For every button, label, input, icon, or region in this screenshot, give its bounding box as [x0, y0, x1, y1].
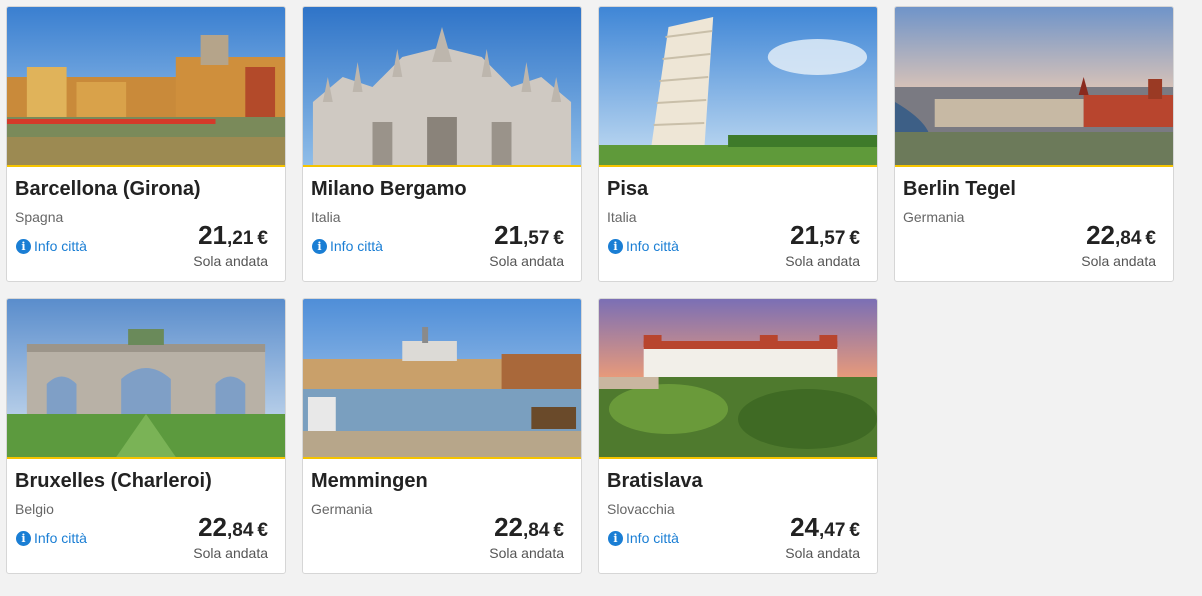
- city-info-label: Info città: [34, 238, 87, 254]
- price-integer: 22: [198, 512, 227, 542]
- country-name: Italia: [311, 209, 341, 225]
- info-icon: i: [16, 530, 31, 546]
- destination-photo: [599, 7, 877, 167]
- destination-card-pisa[interactable]: Pisa Italia i Info città 21,57 € Sola and…: [598, 6, 878, 282]
- fare-type: Sola andata: [785, 253, 860, 269]
- price-currency: €: [553, 228, 564, 249]
- destination-card-bruxelles-charleroi[interactable]: Bruxelles (Charleroi) Belgio i Info citt…: [6, 298, 286, 574]
- price-decimal: ,21: [227, 228, 254, 249]
- price: 21,57 €: [494, 220, 564, 251]
- price: 22,84 €: [1086, 220, 1156, 251]
- fare-type: Sola andata: [1081, 253, 1156, 269]
- info-icon: i: [16, 238, 31, 254]
- price: 22,84 €: [198, 512, 268, 543]
- city-name: Berlin Tegel: [903, 178, 1016, 200]
- price-integer: 21: [494, 220, 523, 250]
- price-decimal: ,84: [227, 520, 254, 541]
- price-integer: 21: [198, 220, 227, 250]
- info-icon: i: [608, 238, 623, 254]
- fare-type: Sola andata: [785, 545, 860, 561]
- price-decimal: ,84: [1115, 228, 1142, 249]
- price: 22,84 €: [494, 512, 564, 543]
- price-integer: 21: [790, 220, 819, 250]
- price-currency: €: [257, 228, 268, 249]
- price-decimal: ,57: [819, 228, 846, 249]
- city-name: Barcellona (Girona): [15, 178, 201, 200]
- price: 21,57 €: [790, 220, 860, 251]
- destination-photo: [7, 7, 285, 167]
- city-info-link[interactable]: i Info città: [16, 238, 87, 254]
- city-name: Bruxelles (Charleroi): [15, 470, 212, 492]
- price: 24,47 €: [790, 512, 860, 543]
- price-currency: €: [1145, 228, 1156, 249]
- city-name: Milano Bergamo: [311, 178, 467, 200]
- price-decimal: ,57: [523, 228, 550, 249]
- city-info-link[interactable]: i Info città: [312, 238, 383, 254]
- price-integer: 22: [494, 512, 523, 542]
- fare-type: Sola andata: [193, 545, 268, 561]
- destination-card-memmingen[interactable]: Memmingen Germania 22,84 € Sola andata: [302, 298, 582, 574]
- destination-card-barcellona[interactable]: Barcellona (Girona) Spagna i Info città …: [6, 6, 286, 282]
- price-currency: €: [257, 520, 268, 541]
- price-decimal: ,84: [523, 520, 550, 541]
- price-currency: €: [849, 228, 860, 249]
- city-info-link[interactable]: i Info città: [608, 530, 679, 546]
- destination-photo: [303, 299, 581, 459]
- info-icon: i: [312, 238, 327, 254]
- country-name: Germania: [903, 209, 965, 225]
- city-info-link[interactable]: i Info città: [608, 238, 679, 254]
- country-name: Belgio: [15, 501, 54, 517]
- destination-card-milano-bergamo[interactable]: Milano Bergamo Italia i Info città 21,57…: [302, 6, 582, 282]
- info-icon: i: [608, 530, 623, 546]
- destination-photo: [7, 299, 285, 459]
- city-info-label: Info città: [626, 238, 679, 254]
- city-name: Memmingen: [311, 470, 428, 492]
- fare-type: Sola andata: [193, 253, 268, 269]
- city-info-label: Info città: [626, 530, 679, 546]
- destination-photo: [895, 7, 1173, 167]
- fare-type: Sola andata: [489, 253, 564, 269]
- country-name: Slovacchia: [607, 501, 675, 517]
- price: 21,21 €: [198, 220, 268, 251]
- city-info-label: Info città: [330, 238, 383, 254]
- country-name: Spagna: [15, 209, 64, 225]
- city-info-link[interactable]: i Info città: [16, 530, 87, 546]
- price-currency: €: [849, 520, 860, 541]
- country-name: Italia: [607, 209, 637, 225]
- destination-card-bratislava[interactable]: Bratislava Slovacchia i Info città 24,47…: [598, 298, 878, 574]
- price-currency: €: [553, 520, 564, 541]
- country-name: Germania: [311, 501, 373, 517]
- destination-photo: [303, 7, 581, 167]
- destination-grid: Barcellona (Girona) Spagna i Info città …: [6, 6, 1174, 574]
- city-info-label: Info città: [34, 530, 87, 546]
- city-name: Pisa: [607, 178, 649, 200]
- destination-card-berlin-tegel[interactable]: Berlin Tegel Germania 22,84 € Sola andata: [894, 6, 1174, 282]
- price-integer: 22: [1086, 220, 1115, 250]
- price-integer: 24: [790, 512, 819, 542]
- fare-type: Sola andata: [489, 545, 564, 561]
- city-name: Bratislava: [607, 470, 703, 492]
- price-decimal: ,47: [819, 520, 846, 541]
- destination-photo: [599, 299, 877, 459]
